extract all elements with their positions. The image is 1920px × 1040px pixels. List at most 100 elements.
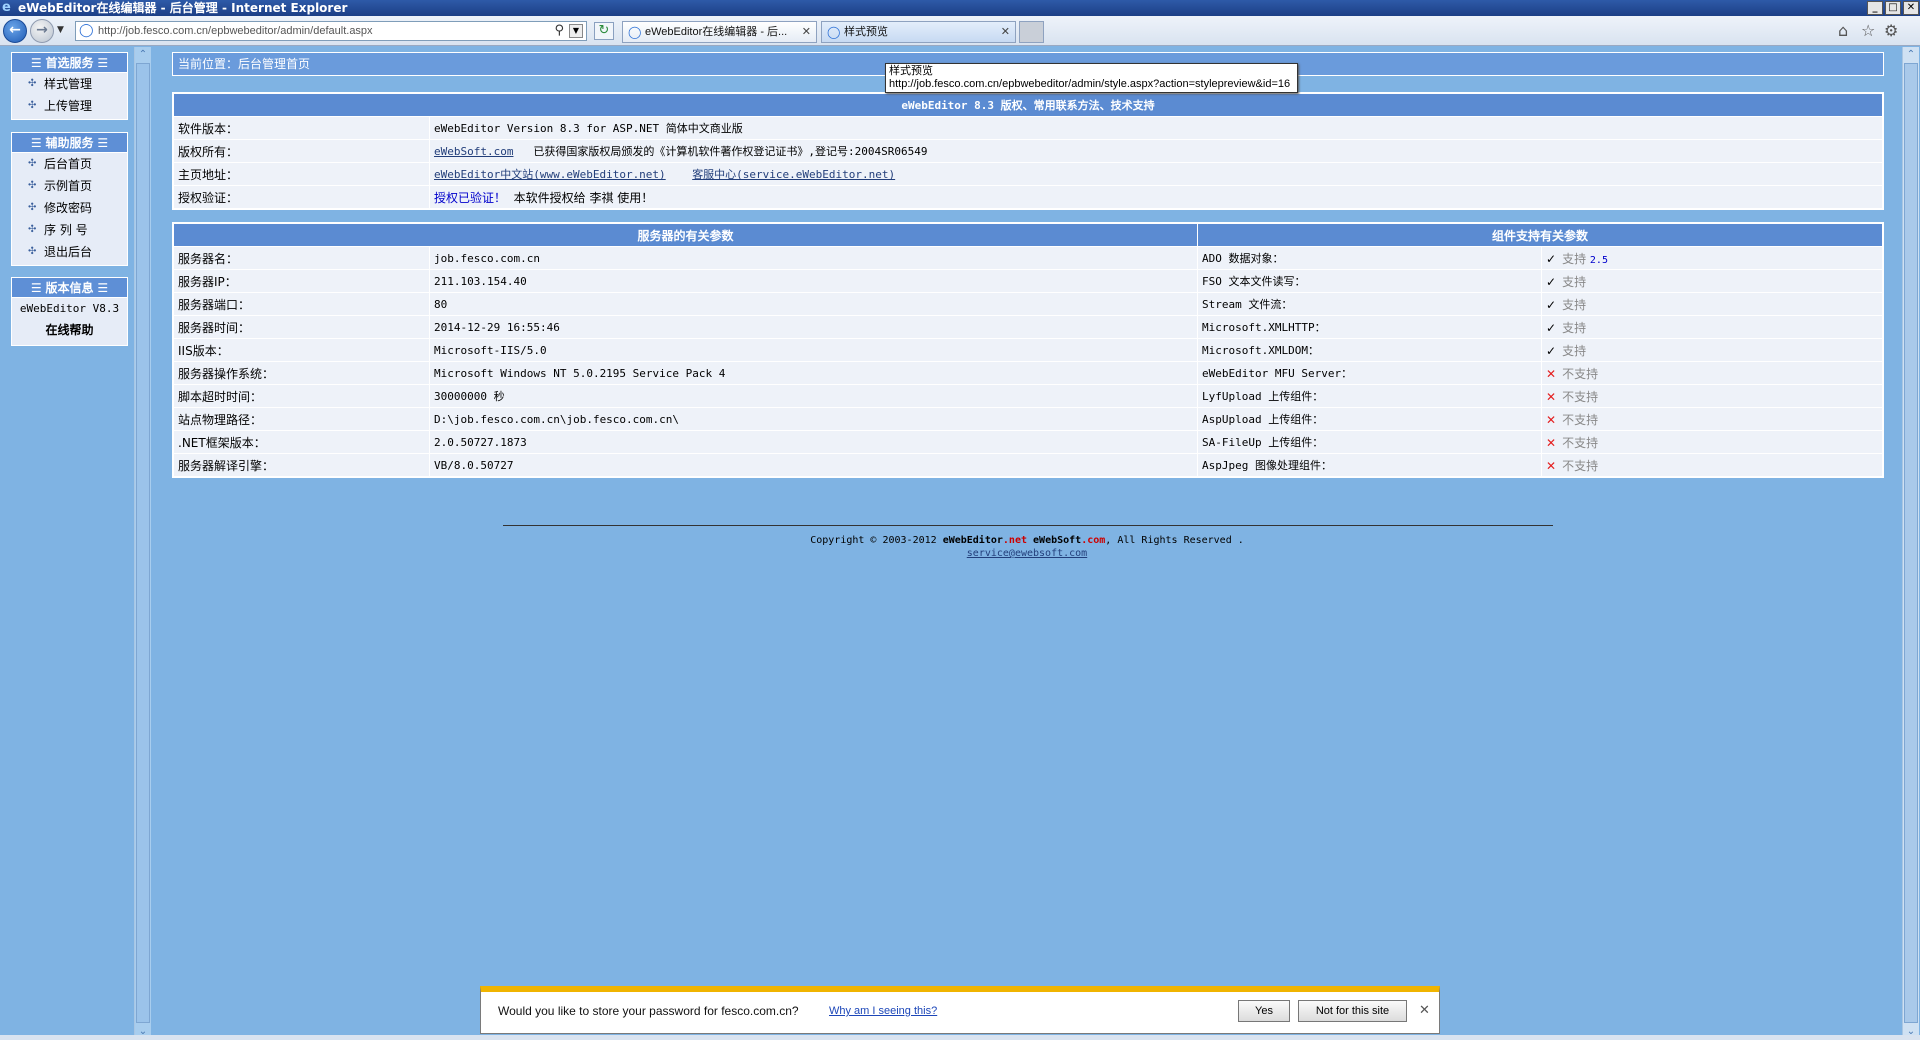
bullet-icon: ✣: [28, 158, 37, 169]
maximize-button[interactable]: □: [1885, 1, 1901, 15]
server-param-value: Microsoft-IIS/5.0: [429, 338, 1198, 362]
server-param-label: 站点物理路径：: [173, 407, 430, 431]
tab-ewebeditor[interactable]: ◯ eWebEditor在线编辑器 - 后... ✕: [622, 21, 817, 43]
sidebar-item-demo-home[interactable]: ✣ 示例首页: [12, 175, 127, 197]
status-text: 支持: [1562, 251, 1587, 266]
server-params-box: 服务器的有关参数 组件支持有关参数 服务器名： job.fesco.com.cn A…: [172, 222, 1884, 478]
browser-toolbar: ← → ▼ ◯ http://job.fesco.com.cn/epbwebed…: [0, 16, 1920, 46]
main-frame-scrollbar[interactable]: ⌃ ⌄: [1902, 47, 1919, 1040]
close-tab-icon[interactable]: ✕: [1001, 22, 1010, 42]
server-param-value: 2.0.50727.1873: [429, 430, 1198, 454]
window-title: eWebEditor在线编辑器 - 后台管理 - Internet Explor…: [18, 1, 348, 15]
close-tab-icon[interactable]: ✕: [802, 22, 811, 42]
online-help-link[interactable]: 在线帮助: [12, 320, 127, 340]
table-row: 服务器操作系统： Microsoft Windows NT 5.0.2195 Se…: [173, 361, 1883, 385]
scroll-up-icon[interactable]: ⌃: [135, 47, 151, 63]
tooltip-title: 样式预览: [889, 65, 933, 77]
server-param-value: Microsoft Windows NT 5.0.2195 Service Pa…: [429, 361, 1198, 385]
sidebar-item-admin-home[interactable]: ✣ 后台首页: [12, 153, 127, 175]
save-password-yes-button[interactable]: Yes: [1238, 1000, 1290, 1022]
forward-arrow-icon[interactable]: →: [30, 19, 54, 43]
scroll-up-icon[interactable]: ⌃: [1903, 47, 1919, 63]
sidebar-item-style-manage[interactable]: ✣ 样式管理: [12, 73, 127, 95]
password-question: Would you like to store your password fo…: [498, 1004, 799, 1018]
window-title-bar: e eWebEditor在线编辑器 - 后台管理 - Internet Expl…: [0, 0, 1920, 16]
ewebeditor-site-link[interactable]: eWebEditor中文站(www.eWebEditor.net): [434, 168, 666, 181]
minimize-button[interactable]: _: [1867, 1, 1883, 15]
not-for-this-site-button[interactable]: Not for this site: [1298, 1000, 1407, 1022]
component-status: ✓ 支持: [1541, 338, 1883, 362]
server-param-label: 服务器操作系统：: [173, 361, 430, 385]
close-icon[interactable]: ✕: [1419, 1002, 1430, 1018]
menu-panel-auxiliary: ☰ 辅助服务 ☰ ✣ 后台首页 ✣ 示例首页 ✣ 修改密码 ✣ 序 列 号 ✣ 退出后台: [11, 132, 128, 266]
version-value: eWebEditor Version 8.3 for ASP.NET 简体中文商…: [429, 116, 1883, 140]
table-row: IIS版本： Microsoft-IIS/5.0 Microsoft.XMLDOM：…: [173, 338, 1883, 362]
homepage-label: 主页地址：: [173, 162, 430, 186]
server-param-value: 30000000 秒: [429, 384, 1198, 408]
address-bar[interactable]: ◯ http://job.fesco.com.cn/epbwebeditor/a…: [75, 21, 587, 41]
service-email-link[interactable]: service@ewebsoft.com: [967, 548, 1087, 559]
cross-icon: ✕: [1546, 366, 1557, 381]
panel-title[interactable]: ☰ 辅助服务 ☰: [12, 133, 127, 153]
status-text: 不支持: [1562, 366, 1599, 381]
menu-bars-icon: ☰: [93, 136, 109, 150]
address-url[interactable]: http://job.fesco.com.cn/epbwebeditor/adm…: [98, 24, 373, 39]
link-tooltip: 样式预览 http://job.fesco.com.cn/epbwebedito…: [885, 63, 1298, 93]
menu-panel-preferred: ☰ 首选服务 ☰ ✣ 样式管理 ✣ 上传管理: [11, 52, 128, 120]
table-row: 服务器解译引擎： VB/8.0.50727 AspJpeg 图像处理组件： ✕ 不支持: [173, 453, 1883, 477]
star-icon[interactable]: ☆: [1861, 23, 1875, 39]
server-param-value: 211.103.154.40: [429, 269, 1198, 293]
check-icon: ✓: [1546, 297, 1557, 312]
bullet-icon: ✣: [28, 180, 37, 191]
scroll-thumb[interactable]: [1904, 63, 1918, 1023]
server-param-value: job.fesco.com.cn: [429, 246, 1198, 270]
server-param-value: 2014-12-29 16:55:46: [429, 315, 1198, 339]
cross-icon: ✕: [1546, 435, 1557, 450]
table-row: 授权验证： 授权已验证！ 本软件授权给 李祺 使用！: [173, 185, 1883, 209]
home-icon[interactable]: ⌂: [1838, 23, 1848, 39]
back-arrow-icon[interactable]: ←: [3, 19, 27, 43]
new-tab-button[interactable]: [1019, 21, 1044, 43]
ewebsoft-link[interactable]: eWebSoft.com: [434, 145, 513, 158]
copyright-label: 版权所有：: [173, 139, 430, 163]
component-label: FSO 文本文件读写：: [1197, 269, 1542, 293]
table-row: 软件版本： eWebEditor Version 8.3 for ASP.NET…: [173, 116, 1883, 140]
cross-icon: ✕: [1546, 412, 1557, 427]
server-param-label: IIS版本：: [173, 338, 430, 362]
tab-style-preview[interactable]: ◯ 样式预览 ✕: [821, 21, 1016, 43]
table-row: 脚本超时时间： 30000000 秒 LyfUpload 上传组件： ✕ 不支持: [173, 384, 1883, 408]
gear-icon[interactable]: ⚙: [1884, 23, 1898, 39]
server-params-table: 服务器的有关参数 组件支持有关参数 服务器名： job.fesco.com.cn A…: [173, 223, 1883, 477]
component-status: ✕ 不支持: [1541, 430, 1883, 454]
component-status: ✓ 支持 2.5: [1541, 246, 1883, 270]
password-save-bar: Would you like to store your password fo…: [480, 986, 1440, 1034]
panel-title[interactable]: ☰ 首选服务 ☰: [12, 53, 127, 73]
component-status: ✕ 不支持: [1541, 407, 1883, 431]
menu-panel-version: ☰ 版本信息 ☰ eWebEditor V8.3 在线帮助: [11, 277, 128, 346]
component-status: ✓ 支持: [1541, 292, 1883, 316]
refresh-icon[interactable]: ↻: [594, 22, 614, 40]
history-dropdown-icon[interactable]: ▼: [57, 25, 64, 35]
component-label: Microsoft.XMLHTTP：: [1197, 315, 1542, 339]
copyright-line: Copyright © 2003-2012 eWebEditor.net eWe…: [810, 535, 1244, 546]
status-text: 不支持: [1562, 435, 1599, 450]
sidebar-item-serial-number[interactable]: ✣ 序 列 号: [12, 219, 127, 241]
search-icon[interactable]: ⚲: [554, 23, 564, 38]
sidebar-item-upload-manage[interactable]: ✣ 上传管理: [12, 95, 127, 117]
bullet-icon: ✣: [28, 224, 37, 235]
why-link[interactable]: Why am I seeing this?: [829, 1005, 937, 1017]
server-param-label: 服务器时间：: [173, 315, 430, 339]
component-label: AspUpload 上传组件：: [1197, 407, 1542, 431]
sidebar-item-logout[interactable]: ✣ 退出后台: [12, 241, 127, 263]
status-text: 支持: [1562, 297, 1587, 312]
sidebar-item-change-password[interactable]: ✣ 修改密码: [12, 197, 127, 219]
panel-title[interactable]: ☰ 版本信息 ☰: [12, 278, 127, 298]
address-dropdown-icon[interactable]: ▼: [569, 24, 583, 38]
component-status: ✕ 不支持: [1541, 453, 1883, 477]
left-frame-scrollbar[interactable]: ⌃ ⌄: [134, 47, 151, 1040]
server-param-label: 服务器IP：: [173, 269, 430, 293]
close-window-button[interactable]: ✕: [1903, 1, 1919, 15]
scroll-thumb[interactable]: [136, 63, 150, 1023]
server-param-value: 80: [429, 292, 1198, 316]
service-center-link[interactable]: 客服中心(service.eWebEditor.net): [692, 168, 895, 181]
